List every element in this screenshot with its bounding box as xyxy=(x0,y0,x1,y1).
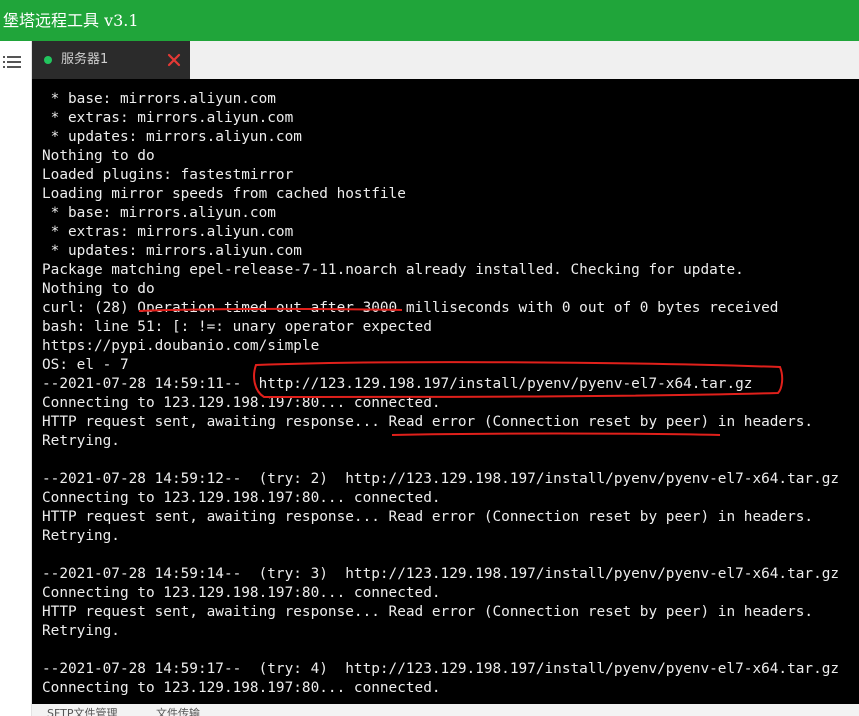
terminal-line: OS: el - 7 xyxy=(42,357,129,373)
tab-file-transfer[interactable]: 文件传输 xyxy=(156,707,200,716)
terminal-line: Connecting to 123.129.198.197:80... conn… xyxy=(42,395,441,411)
terminal-line: * base: mirrors.aliyun.com xyxy=(42,91,276,107)
terminal-line: Loaded plugins: fastestmirror xyxy=(42,167,294,183)
tab-sftp-file-manager[interactable]: SFTP文件管理 xyxy=(47,707,117,716)
terminal-line: Retrying. xyxy=(42,623,120,639)
terminal-line: https://pypi.doubanio.com/simple xyxy=(42,338,320,354)
terminal-line: --2021-07-28 14:59:14-- (try: 3) http://… xyxy=(42,566,840,582)
terminal-line: Retrying. xyxy=(42,433,120,449)
terminal-line: * updates: mirrors.aliyun.com xyxy=(42,129,302,145)
session-tab-bar: 服务器1 xyxy=(32,41,859,79)
terminal-line: Retrying. xyxy=(42,528,120,544)
terminal-line: Connecting to 123.129.198.197:80... conn… xyxy=(42,490,441,506)
terminal-line: * updates: mirrors.aliyun.com xyxy=(42,243,302,259)
terminal-output[interactable]: * base: mirrors.aliyun.com * extras: mir… xyxy=(32,79,859,704)
terminal-line: Loading mirror speeds from cached hostfi… xyxy=(42,186,406,202)
terminal-line: --2021-07-28 14:59:11-- http://123.129.1… xyxy=(42,376,753,392)
terminal-line: bash: line 51: [: !=: unary operator exp… xyxy=(42,319,432,335)
close-icon[interactable] xyxy=(167,53,181,67)
bottom-tab-bar: SFTP文件管理 文件传输 xyxy=(32,704,859,716)
terminal-line: HTTP request sent, awaiting response... … xyxy=(42,509,814,525)
terminal-line: HTTP request sent, awaiting response... … xyxy=(42,604,814,620)
terminal-line: * base: mirrors.aliyun.com xyxy=(42,205,276,221)
terminal-line: Connecting to 123.129.198.197:80... conn… xyxy=(42,680,441,696)
terminal-lines: * base: mirrors.aliyun.com * extras: mir… xyxy=(42,90,857,698)
terminal-line: HTTP request sent, awaiting response... … xyxy=(42,414,814,430)
terminal-line: * extras: mirrors.aliyun.com xyxy=(42,224,294,240)
terminal-line: Nothing to do xyxy=(42,148,155,164)
left-toolbar xyxy=(0,41,32,716)
terminal-line: * extras: mirrors.aliyun.com xyxy=(42,110,294,126)
session-tab-server1[interactable]: 服务器1 xyxy=(32,41,190,79)
terminal-line: Nothing to do xyxy=(42,281,155,297)
terminal-line: curl: (28) Operation timed out after 300… xyxy=(42,300,779,316)
terminal-line: --2021-07-28 14:59:17-- (try: 4) http://… xyxy=(42,661,840,677)
terminal-line: Connecting to 123.129.198.197:80... conn… xyxy=(42,585,441,601)
menu-icon[interactable] xyxy=(3,55,21,69)
window-title: 堡塔远程工具 v3.1 xyxy=(0,0,859,41)
terminal-line: Package matching epel-release-7-11.noarc… xyxy=(42,262,744,278)
terminal-line: --2021-07-28 14:59:12-- (try: 2) http://… xyxy=(42,471,840,487)
status-dot-icon xyxy=(44,56,52,64)
session-tab-label: 服务器1 xyxy=(61,52,109,67)
